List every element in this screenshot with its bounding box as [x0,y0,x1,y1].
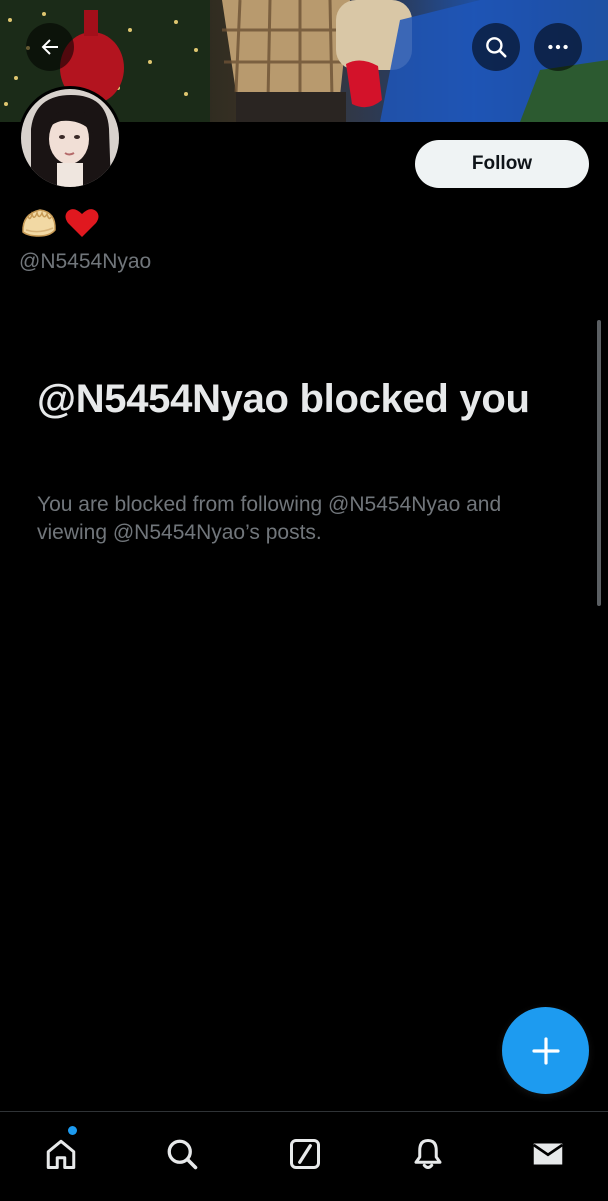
messages-icon [532,1143,564,1165]
display-name [20,204,100,242]
more-options-button[interactable] [534,23,582,71]
profile-avatar[interactable] [18,86,122,190]
back-button[interactable] [26,23,74,71]
search-button[interactable] [472,23,520,71]
follow-button[interactable]: Follow [415,140,589,188]
blocked-title: @N5454Nyao blocked you [37,377,530,421]
more-options-icon [548,44,568,50]
avatar-image [21,89,119,187]
search-icon [167,1139,198,1170]
grok-icon [290,1139,320,1169]
dumpling-emoji [22,209,56,237]
plus-icon [531,1036,560,1065]
nav-grok[interactable] [281,1130,329,1178]
nav-search[interactable] [158,1130,206,1178]
search-icon [486,37,507,58]
bottom-navigation [0,1111,608,1201]
home-notification-dot [68,1126,77,1135]
back-arrow-icon [41,39,58,55]
scrollbar[interactable] [597,320,601,606]
notifications-icon [414,1139,442,1169]
home-icon [46,1139,76,1169]
compose-post-button[interactable] [502,1007,589,1094]
profile-handle: @N5454Nyao [19,250,152,273]
nav-home[interactable] [37,1130,85,1178]
blocked-description: You are blocked from following @N5454Nya… [37,493,502,544]
red-heart-emoji [65,209,99,237]
nav-notifications[interactable] [404,1130,452,1178]
nav-messages[interactable] [524,1130,572,1178]
